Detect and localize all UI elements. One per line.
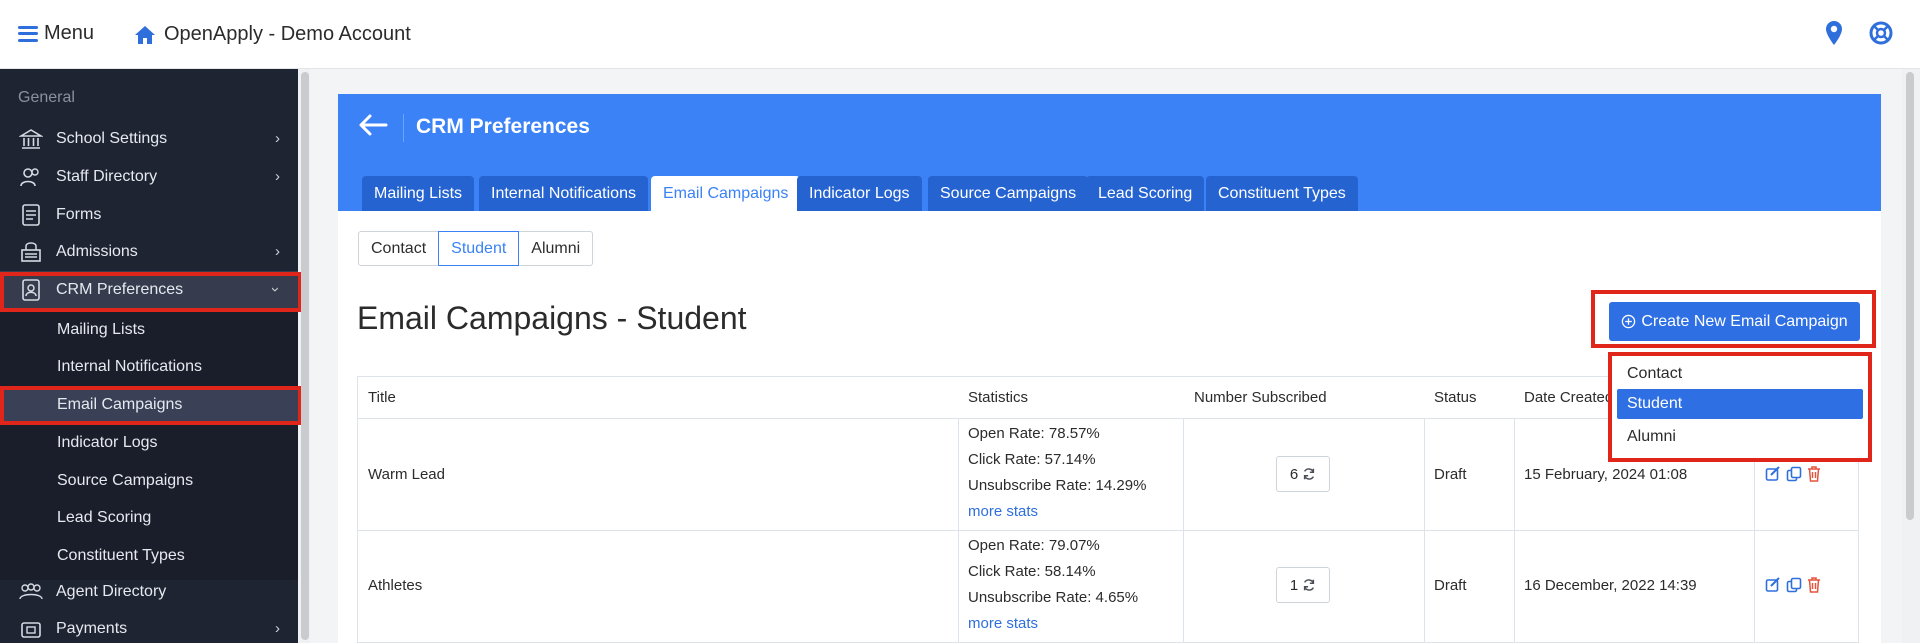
refresh-icon xyxy=(1304,468,1315,480)
sidebar-item-admissions[interactable]: Admissions › xyxy=(0,233,298,270)
more-stats-link[interactable]: more stats xyxy=(968,615,1038,632)
row-date-created: 15 February, 2024 01:08 xyxy=(1524,466,1688,483)
sidebar-item-label: Admissions xyxy=(56,242,138,260)
chevron-right-icon: › xyxy=(275,168,280,185)
row-status: Draft xyxy=(1434,577,1467,594)
tab-mailing-lists[interactable]: Mailing Lists xyxy=(362,176,475,211)
column-divider xyxy=(1514,418,1515,643)
duplicate-icon[interactable] xyxy=(1786,577,1802,593)
trash-icon[interactable] xyxy=(1807,466,1821,482)
tab-lead-scoring[interactable]: Lead Scoring xyxy=(1086,176,1205,211)
sidebar-item-payments[interactable]: Payments › xyxy=(0,610,298,643)
unsubscribe-rate: Unsubscribe Rate: 14.29% xyxy=(968,477,1147,494)
highlight-crm-preferences xyxy=(0,272,302,312)
header-divider xyxy=(403,114,404,142)
audience-segment-group: Contact Student Alumni xyxy=(358,231,594,266)
sidebar-subitem-internal-notifications[interactable]: Internal Notifications xyxy=(0,348,298,385)
sidebar-item-label: Forms xyxy=(56,205,102,223)
table-divider xyxy=(358,530,1858,531)
admissions-icon xyxy=(18,239,44,265)
tab-internal-notifications[interactable]: Internal Notifications xyxy=(479,176,648,211)
column-header-date-created[interactable]: Date Created xyxy=(1524,389,1613,406)
row-actions xyxy=(1765,466,1821,482)
row-title: Athletes xyxy=(368,577,423,594)
agents-icon xyxy=(18,579,44,605)
sidebar-item-label: School Settings xyxy=(56,129,168,147)
sidebar-subitem-source-campaigns[interactable]: Source Campaigns xyxy=(0,462,298,499)
column-header-statistics[interactable]: Statistics xyxy=(968,389,1028,406)
tab-source-campaigns[interactable]: Source Campaigns xyxy=(928,176,1089,211)
segment-alumni[interactable]: Alumni xyxy=(518,231,594,266)
brand-name: OpenApply - Demo Account xyxy=(164,23,411,45)
sidebar-item-label: Staff Directory xyxy=(56,167,158,185)
open-rate: Open Rate: 79.07% xyxy=(968,537,1100,554)
segment-student[interactable]: Student xyxy=(438,231,520,266)
column-divider xyxy=(1424,418,1425,643)
subscribed-refresh-button[interactable]: 1 xyxy=(1276,567,1330,603)
sidebar-subitem-indicator-logs[interactable]: Indicator Logs xyxy=(0,424,298,461)
chevron-right-icon: › xyxy=(275,620,280,637)
location-pin-icon[interactable] xyxy=(1825,20,1843,46)
highlight-create-button xyxy=(1591,290,1876,348)
subscribed-count: 1 xyxy=(1289,576,1299,594)
home-icon xyxy=(135,25,155,44)
chevron-right-icon: › xyxy=(275,130,280,147)
tab-email-campaigns[interactable]: Email Campaigns xyxy=(651,176,801,211)
duplicate-icon[interactable] xyxy=(1786,466,1802,482)
top-bar: Menu OpenApply - Demo Account xyxy=(0,0,1920,69)
sidebar-subitem-mailing-lists[interactable]: Mailing Lists xyxy=(0,311,298,348)
brand-link[interactable]: OpenApply - Demo Account xyxy=(134,23,411,46)
row-title: Warm Lead xyxy=(368,466,445,483)
edit-icon[interactable] xyxy=(1765,466,1781,482)
menu-label: Menu xyxy=(44,22,95,44)
highlight-dropdown xyxy=(1608,352,1872,462)
sidebar-item-staff-directory[interactable]: Staff Directory › xyxy=(0,158,298,195)
column-header-status[interactable]: Status xyxy=(1434,389,1477,406)
column-header-title[interactable]: Title xyxy=(368,389,396,406)
menu-button[interactable]: Menu xyxy=(18,22,94,45)
column-divider xyxy=(1183,418,1184,643)
refresh-icon xyxy=(1304,579,1315,591)
sidebar-item-forms[interactable]: Forms xyxy=(0,196,298,233)
section-title: Email Campaigns - Student xyxy=(357,300,747,336)
sidebar-scrollbar[interactable] xyxy=(301,72,309,640)
edit-icon[interactable] xyxy=(1765,577,1781,593)
segment-contact[interactable]: Contact xyxy=(358,231,440,266)
chevron-right-icon: › xyxy=(275,243,280,260)
column-divider xyxy=(958,418,959,643)
row-statistics: Open Rate: 78.57% Click Rate: 57.14% Uns… xyxy=(968,421,1146,525)
sidebar-item-school-settings[interactable]: School Settings › xyxy=(0,120,298,157)
sidebar-subitem-constituent-types[interactable]: Constituent Types xyxy=(0,537,298,574)
highlight-email-campaigns xyxy=(0,386,302,425)
sidebar-group-label: General xyxy=(18,89,75,106)
page-title: CRM Preferences xyxy=(416,115,590,138)
row-status: Draft xyxy=(1434,466,1467,483)
sidebar-item-agent-directory[interactable]: Agent Directory xyxy=(0,573,298,610)
open-rate: Open Rate: 78.57% xyxy=(968,425,1100,442)
click-rate: Click Rate: 57.14% xyxy=(968,451,1096,468)
payments-icon xyxy=(18,616,44,642)
hamburger-icon xyxy=(18,25,38,42)
unsubscribe-rate: Unsubscribe Rate: 4.65% xyxy=(968,589,1139,606)
bank-icon xyxy=(18,126,44,152)
forms-icon xyxy=(18,202,44,228)
row-date-created: 16 December, 2022 14:39 xyxy=(1524,577,1697,594)
more-stats-link[interactable]: more stats xyxy=(968,503,1038,520)
subscribed-refresh-button[interactable]: 6 xyxy=(1276,456,1330,492)
trash-icon[interactable] xyxy=(1807,577,1821,593)
sidebar-item-label: Payments xyxy=(56,619,128,637)
click-rate: Click Rate: 58.14% xyxy=(968,563,1096,580)
help-lifebuoy-icon[interactable] xyxy=(1869,21,1893,45)
column-header-number-subscribed[interactable]: Number Subscribed xyxy=(1194,389,1327,406)
main-scrollbar[interactable] xyxy=(1906,72,1914,520)
tab-constituent-types[interactable]: Constituent Types xyxy=(1206,176,1358,211)
sidebar-item-label: Agent Directory xyxy=(56,582,167,600)
row-statistics: Open Rate: 79.07% Click Rate: 58.14% Uns… xyxy=(968,533,1138,637)
back-arrow-icon[interactable] xyxy=(358,113,388,137)
sidebar-subitem-lead-scoring[interactable]: Lead Scoring xyxy=(0,499,298,536)
row-actions xyxy=(1765,577,1821,593)
tab-indicator-logs[interactable]: Indicator Logs xyxy=(797,176,922,211)
staff-icon xyxy=(18,164,44,190)
subscribed-count: 6 xyxy=(1289,465,1299,483)
